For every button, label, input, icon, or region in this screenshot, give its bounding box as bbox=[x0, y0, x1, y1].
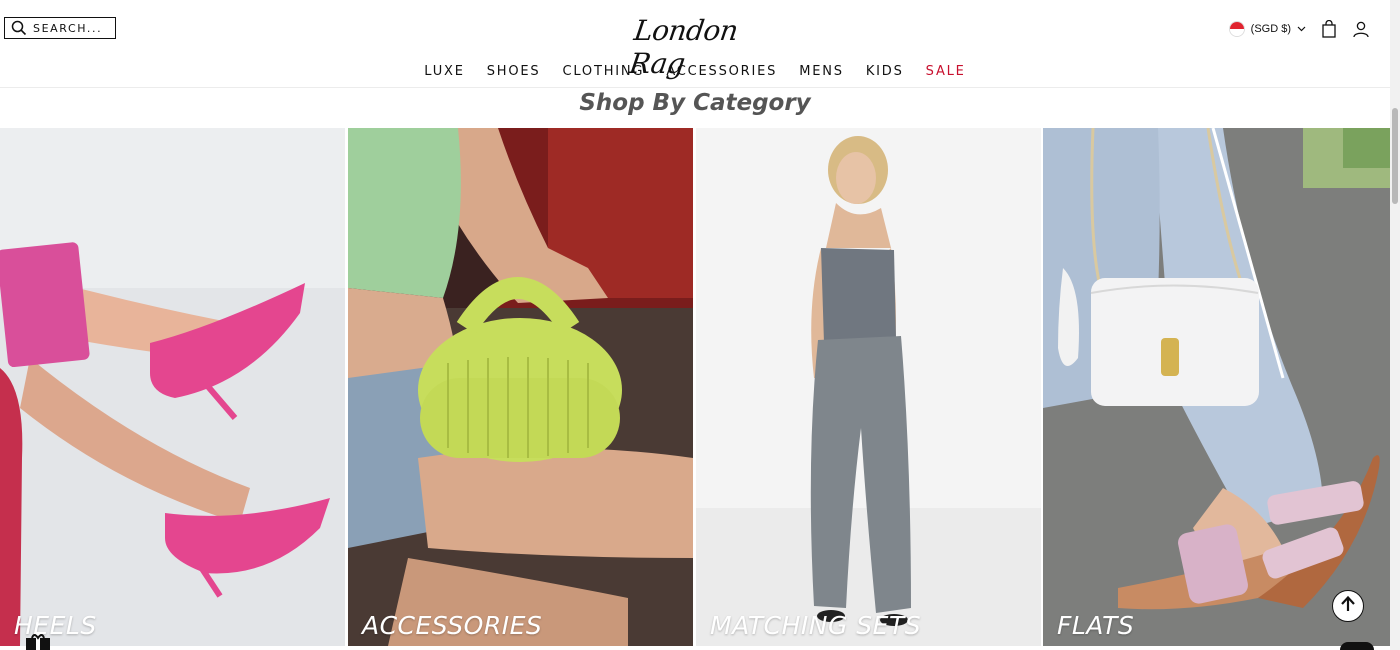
category-label-matching-sets: MATCHING SETS bbox=[710, 611, 922, 640]
arrow-up-icon bbox=[1339, 595, 1357, 618]
nav-item-mens[interactable]: MENS bbox=[799, 64, 844, 79]
nav-item-accessories[interactable]: ACCESSORIES bbox=[666, 64, 777, 79]
currency-label: (SGD $) bbox=[1250, 23, 1291, 35]
nav-item-shoes[interactable]: SHOES bbox=[487, 64, 541, 79]
currency-selector[interactable]: (SGD $) bbox=[1228, 21, 1306, 37]
gift-icon[interactable] bbox=[20, 634, 56, 650]
search-label: SEARCH... bbox=[33, 21, 103, 35]
chat-launcher-button[interactable] bbox=[1340, 642, 1374, 650]
main-nav: LUXE SHOES CLOTHING ACCESSORIES MENS KID… bbox=[0, 64, 1390, 79]
site-logo[interactable]: London Rag bbox=[627, 6, 760, 80]
page-scrollbar[interactable] bbox=[1390, 0, 1400, 650]
category-label-accessories: ACCESSORIES bbox=[362, 611, 543, 640]
accessories-image bbox=[348, 128, 693, 646]
category-label-flats: FLATS bbox=[1057, 611, 1135, 640]
user-icon[interactable] bbox=[1352, 20, 1370, 38]
scrollbar-thumb[interactable] bbox=[1392, 108, 1398, 204]
search-icon bbox=[11, 20, 27, 36]
category-grid: HEELS ACCESSORIES MATCHING SETS FLATS bbox=[0, 128, 1390, 646]
matching-sets-image bbox=[696, 128, 1041, 646]
nav-item-clothing[interactable]: CLOTHING bbox=[562, 64, 644, 79]
back-to-top-button[interactable] bbox=[1332, 590, 1364, 622]
nav-item-kids[interactable]: KIDS bbox=[866, 64, 904, 79]
search-button[interactable]: SEARCH... bbox=[4, 17, 116, 39]
singapore-flag-icon bbox=[1228, 21, 1245, 37]
bag-icon[interactable] bbox=[1320, 19, 1338, 38]
category-tile-matching-sets[interactable]: MATCHING SETS bbox=[696, 128, 1041, 646]
site-header: SEARCH... London Rag (SGD $) LUXE SHOES … bbox=[0, 0, 1390, 88]
category-tile-flats[interactable]: FLATS bbox=[1043, 128, 1390, 646]
nav-item-luxe[interactable]: LUXE bbox=[424, 64, 464, 79]
category-tile-heels[interactable]: HEELS bbox=[0, 128, 345, 646]
section-title: Shop By Category bbox=[579, 90, 811, 116]
category-tile-accessories[interactable]: ACCESSORIES bbox=[348, 128, 693, 646]
chevron-down-icon bbox=[1297, 23, 1306, 35]
header-utilities: (SGD $) bbox=[1228, 18, 1370, 40]
nav-item-sale[interactable]: SALE bbox=[926, 64, 966, 79]
flats-image bbox=[1043, 128, 1390, 646]
heels-image bbox=[0, 128, 345, 646]
